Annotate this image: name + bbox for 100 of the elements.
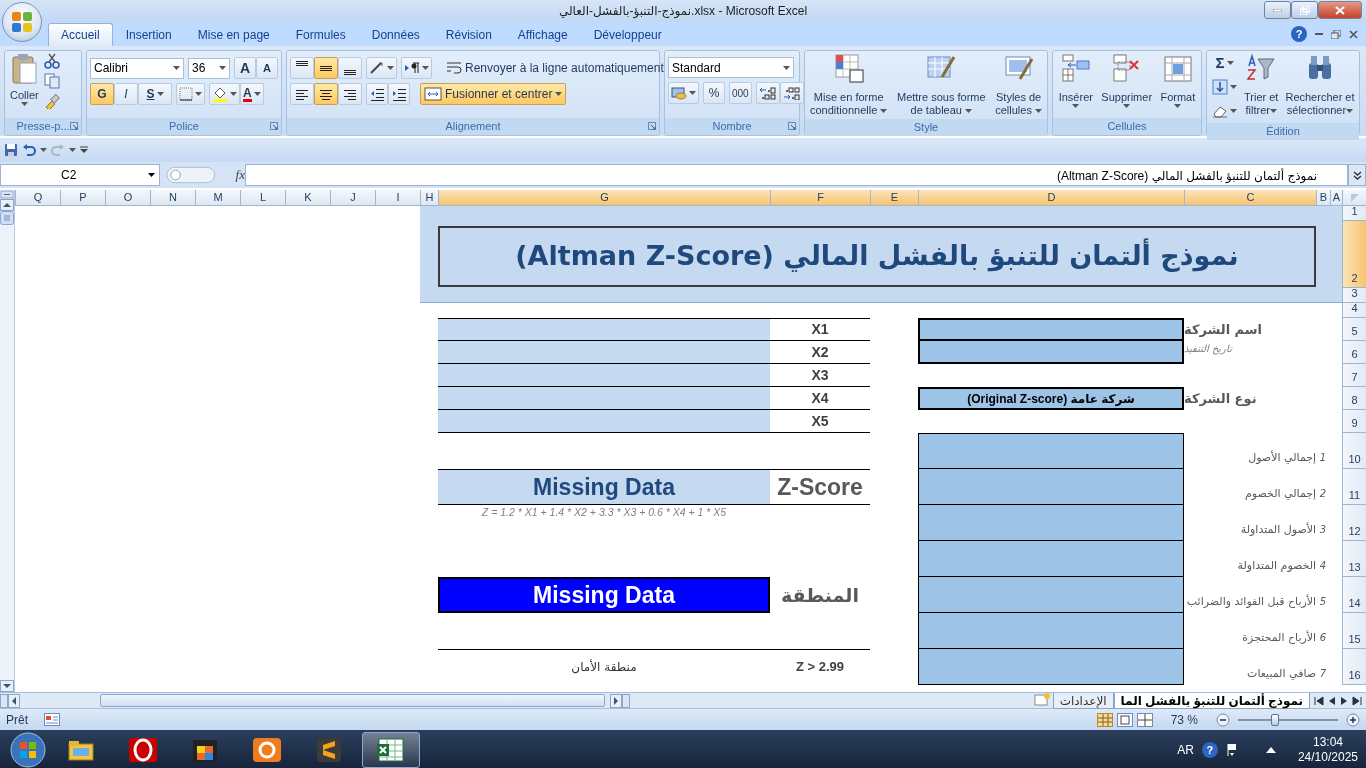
- undo-icon[interactable]: [22, 144, 36, 156]
- row-header[interactable]: 13: [1342, 541, 1366, 577]
- find-select-button[interactable]: Rechercher et sélectionner: [1283, 53, 1357, 121]
- formula-input[interactable]: نموذج ألتمان للتنبؤ بالفشل المالي (Altman Z-Score): [245, 164, 1348, 186]
- scroll-down-icon[interactable]: [0, 680, 14, 692]
- wrap-text-button[interactable]: Renvoyer à la ligne automatiquement: [442, 57, 668, 79]
- help-button[interactable]: ?: [1291, 26, 1307, 42]
- fill-color-button[interactable]: [209, 83, 240, 105]
- number-format-field[interactable]: Standard: [668, 57, 794, 78]
- conditional-formatting-button[interactable]: Mise en forme conditionnelle: [808, 53, 890, 117]
- fill-button[interactable]: [1210, 77, 1239, 97]
- row-header[interactable]: 16: [1342, 649, 1366, 685]
- column-header[interactable]: K: [285, 190, 330, 206]
- column-header[interactable]: Q: [15, 190, 60, 206]
- row-header[interactable]: 14: [1342, 577, 1366, 613]
- row-header[interactable]: 15: [1342, 613, 1366, 649]
- split-handle-icon[interactable]: [622, 693, 630, 708]
- input-cell[interactable]: [438, 341, 770, 364]
- input-cell[interactable]: [438, 364, 770, 387]
- column-header[interactable]: H: [420, 190, 438, 206]
- column-header[interactable]: F: [770, 190, 870, 206]
- row-header[interactable]: 1: [1342, 206, 1366, 221]
- grow-font-button[interactable]: A: [234, 57, 256, 79]
- increase-indent-button[interactable]: [388, 83, 410, 105]
- input-cell[interactable]: [438, 318, 770, 341]
- merge-center-button[interactable]: Fusionner et centrer: [420, 83, 567, 105]
- scroll-right-icon[interactable]: [610, 693, 622, 708]
- format-button[interactable]: Format: [1158, 53, 1198, 116]
- ribbon-tab[interactable]: Accueil: [48, 23, 113, 46]
- align-top-button[interactable]: [290, 57, 314, 79]
- decrease-decimal-button[interactable]: [779, 82, 804, 104]
- input-cell[interactable]: [438, 410, 770, 433]
- thousands-button[interactable]: 000: [729, 82, 752, 104]
- delete-button[interactable]: Supprimer: [1099, 53, 1155, 116]
- flag-icon[interactable]: [1225, 743, 1238, 757]
- ribbon-tab[interactable]: Mise en page: [184, 23, 283, 46]
- row-header[interactable]: 10: [1342, 433, 1366, 469]
- bold-button[interactable]: G: [90, 83, 114, 105]
- copy-icon[interactable]: [43, 73, 60, 89]
- input-cell[interactable]: [918, 433, 1184, 469]
- autosum-button[interactable]: Σ: [1210, 53, 1239, 73]
- paste-button[interactable]: Coller: [8, 53, 41, 116]
- ribbon-tab[interactable]: Révision: [432, 23, 505, 46]
- brush-icon[interactable]: [43, 93, 60, 109]
- scissors-icon[interactable]: [43, 53, 60, 69]
- font-name-field[interactable]: Calibri: [90, 57, 184, 79]
- scroll-thumb[interactable]: [100, 694, 605, 707]
- align-bottom-button[interactable]: [338, 57, 362, 79]
- dialog-launcher-icon[interactable]: [70, 122, 78, 130]
- row-header[interactable]: 3: [1342, 288, 1366, 303]
- sheet-tab[interactable]: نموذج ألتمان للتنبؤ بالفشل الما: [1113, 693, 1310, 709]
- row-header[interactable]: 8: [1342, 387, 1366, 410]
- scroll-thumb-icon[interactable]: [0, 211, 14, 225]
- column-header[interactable]: L: [240, 190, 285, 206]
- page-break-icon[interactable]: [1136, 712, 1153, 727]
- split-handle-icon[interactable]: [0, 693, 8, 708]
- zoom-out-icon[interactable]: [1216, 712, 1230, 727]
- name-box[interactable]: C2: [0, 164, 160, 186]
- align-center-button[interactable]: [314, 83, 338, 105]
- ribbon-tab[interactable]: Insertion: [112, 23, 185, 46]
- next-sheet-icon[interactable]: [1340, 695, 1348, 706]
- customize-icon[interactable]: [80, 146, 88, 154]
- last-sheet-icon[interactable]: [1352, 695, 1362, 706]
- sort-filter-button[interactable]: Trier et filtrer: [1242, 53, 1281, 121]
- input-cell[interactable]: [918, 649, 1184, 685]
- row-header[interactable]: 6: [1342, 341, 1366, 364]
- language-indicator[interactable]: AR: [1177, 741, 1194, 759]
- split-handle-icon[interactable]: [0, 190, 14, 199]
- first-sheet-icon[interactable]: [1314, 695, 1324, 706]
- input-cell[interactable]: [918, 505, 1184, 541]
- input-cell[interactable]: [918, 613, 1184, 649]
- decrease-indent-button[interactable]: [366, 83, 388, 105]
- column-header[interactable]: D: [918, 190, 1184, 206]
- dialog-launcher-icon[interactable]: [648, 122, 656, 130]
- text-direction-button[interactable]: [401, 57, 432, 79]
- row-header[interactable]: 11: [1342, 469, 1366, 505]
- column-header[interactable]: P: [60, 190, 105, 206]
- dialog-launcher-icon[interactable]: [270, 122, 278, 130]
- input-cell[interactable]: [918, 577, 1184, 613]
- sheet-tab[interactable]: الإعدادات: [1052, 693, 1114, 709]
- ribbon-tab[interactable]: Affichage: [504, 23, 581, 46]
- normal-view-icon[interactable]: [1096, 712, 1113, 727]
- clock-time[interactable]: 13:04: [1312, 735, 1343, 750]
- row-header[interactable]: 4: [1342, 303, 1366, 318]
- column-header[interactable]: A: [1330, 190, 1342, 206]
- page-layout-icon[interactable]: [1116, 712, 1133, 727]
- macro-record-icon[interactable]: [44, 713, 60, 726]
- currency-button[interactable]: [668, 82, 699, 104]
- input-cell[interactable]: [918, 341, 1184, 364]
- company-type-cell[interactable]: شركة عامة (Original Z-score): [918, 387, 1184, 410]
- underline-button[interactable]: S: [138, 83, 172, 105]
- shrink-font-button[interactable]: A: [256, 57, 278, 79]
- input-cell[interactable]: [438, 387, 770, 410]
- zoom-slider-thumb[interactable]: [1271, 713, 1280, 726]
- show-hidden-icons-icon[interactable]: [1265, 747, 1276, 753]
- column-header[interactable]: O: [105, 190, 150, 206]
- zoom-level[interactable]: 73 %: [1170, 710, 1198, 729]
- taskbar-button[interactable]: [362, 732, 420, 768]
- font-size-field[interactable]: 36: [188, 57, 230, 79]
- ribbon-tab[interactable]: Développeur: [580, 23, 675, 46]
